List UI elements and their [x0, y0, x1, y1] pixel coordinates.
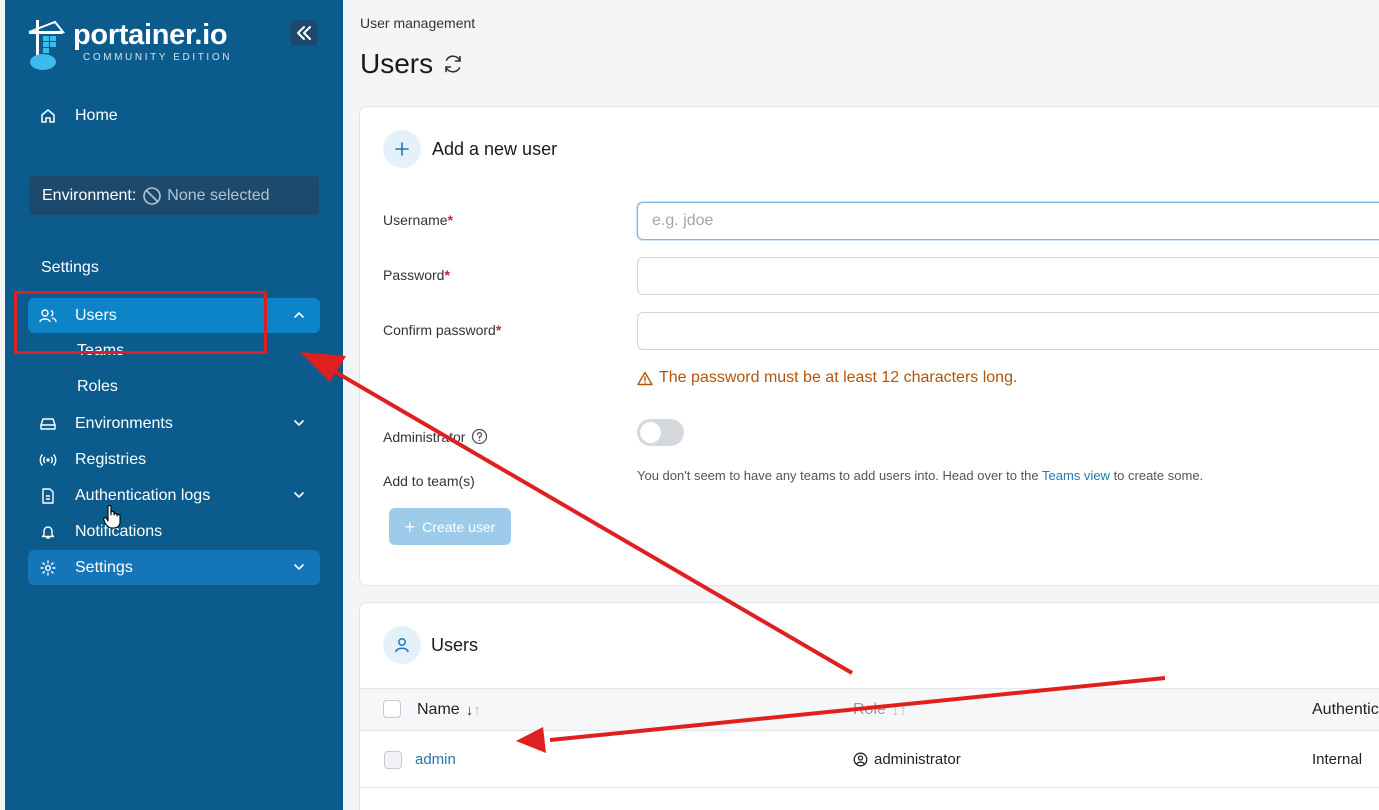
auth-cell: Internal — [1312, 751, 1363, 768]
plus-icon: + — [404, 516, 416, 537]
add-user-card: Add a new user Username* Password* Confi… — [359, 106, 1379, 586]
collapse-sidebar-button[interactable] — [290, 20, 318, 46]
sidebar-item-label: Environments — [75, 414, 173, 432]
user-circle-icon — [853, 752, 868, 767]
sidebar-item-label: Authentication logs — [75, 486, 211, 504]
warning-triangle-icon — [637, 371, 653, 386]
plus-icon — [383, 130, 421, 168]
column-name[interactable]: Name ↓↑ — [417, 701, 481, 719]
double-chevron-left-icon — [297, 26, 311, 40]
create-user-button[interactable]: + Create user — [389, 508, 511, 545]
add-user-title: Add a new user — [432, 139, 558, 159]
annotation-highlight-box — [14, 291, 267, 354]
bell-icon — [38, 522, 58, 542]
portainer-logo[interactable]: portainer.io COMMUNITY EDITION — [27, 18, 232, 72]
toggle-knob — [640, 422, 661, 443]
sidebar: portainer.io COMMUNITY EDITION Home Envi… — [5, 0, 343, 810]
user-icon — [383, 626, 421, 664]
page-title: Users — [360, 48, 464, 80]
sort-icon: ↓↑ — [891, 701, 907, 719]
sidebar-item-home[interactable]: Home — [28, 98, 320, 133]
breadcrumb[interactable]: User management — [360, 15, 475, 31]
row-checkbox[interactable] — [384, 751, 402, 769]
environment-label: Environment: — [42, 186, 137, 204]
username-input[interactable] — [637, 202, 1379, 240]
brand-edition: COMMUNITY EDITION — [83, 52, 233, 63]
hand-cursor-icon — [103, 505, 121, 529]
settings-section-label: Settings — [41, 259, 99, 276]
gear-icon — [38, 558, 58, 578]
team-hint: You don't seem to have any teams to add … — [637, 468, 1204, 483]
password-warning: The password must be at least 12 charact… — [637, 369, 1017, 387]
file-text-icon — [38, 486, 58, 506]
chevron-down-icon — [294, 420, 304, 427]
sidebar-item-label: Settings — [75, 558, 133, 576]
table-row: admin administrator Internal — [360, 732, 1379, 788]
sidebar-item-environments[interactable]: Environments — [28, 406, 320, 441]
hard-drive-icon — [38, 414, 58, 434]
sidebar-item-settings[interactable]: Settings — [28, 550, 320, 585]
username-label: Username* — [383, 212, 454, 228]
sidebar-item-registries[interactable]: Registries — [28, 442, 320, 477]
column-role[interactable]: Role ↓↑ — [853, 701, 907, 719]
sidebar-item-roles[interactable]: Roles — [77, 377, 118, 397]
brand-name: portainer.io — [73, 19, 228, 51]
chevron-up-icon — [294, 311, 304, 318]
sidebar-item-label: Registries — [75, 450, 147, 468]
column-authentication[interactable]: Authentication — [1312, 701, 1379, 719]
users-table-card: Users Name ↓↑ Role ↓↑ Authentication adm… — [359, 602, 1379, 810]
role-cell: administrator — [853, 751, 961, 768]
refresh-icon[interactable] — [442, 53, 464, 75]
prohibited-icon — [143, 186, 162, 205]
page-title-text: Users — [360, 48, 434, 79]
sidebar-item-label: Home — [75, 106, 118, 124]
radio-signal-icon — [38, 450, 58, 470]
sidebar-item-authentication-logs[interactable]: Authentication logs — [28, 478, 320, 513]
help-circle-icon[interactable] — [471, 428, 488, 445]
chevron-down-icon — [294, 492, 304, 499]
password-warning-text: The password must be at least 12 charact… — [659, 369, 1018, 386]
confirm-password-input[interactable] — [637, 312, 1379, 350]
add-to-team-label: Add to team(s) — [383, 473, 475, 489]
password-input[interactable] — [637, 257, 1379, 295]
sidebar-item-notifications[interactable]: Notifications — [28, 514, 320, 549]
environment-selector[interactable]: Environment: None selected — [29, 176, 319, 215]
portainer-logo-icon — [28, 20, 65, 70]
environment-value: None selected — [167, 186, 270, 204]
table-header: Name ↓↑ Role ↓↑ Authentication — [360, 688, 1379, 731]
teams-view-link[interactable]: Teams view — [1042, 468, 1110, 483]
sort-icon: ↓↑ — [465, 701, 481, 719]
users-table-title: Users — [431, 635, 479, 655]
password-label: Password* — [383, 267, 450, 283]
home-icon — [38, 106, 58, 126]
administrator-toggle[interactable] — [637, 419, 684, 446]
select-all-checkbox[interactable] — [383, 700, 401, 718]
administrator-label: Administrator — [383, 428, 488, 445]
chevron-down-icon — [294, 564, 304, 571]
confirm-password-label: Confirm password* — [383, 322, 502, 338]
username-link[interactable]: admin — [415, 751, 456, 768]
